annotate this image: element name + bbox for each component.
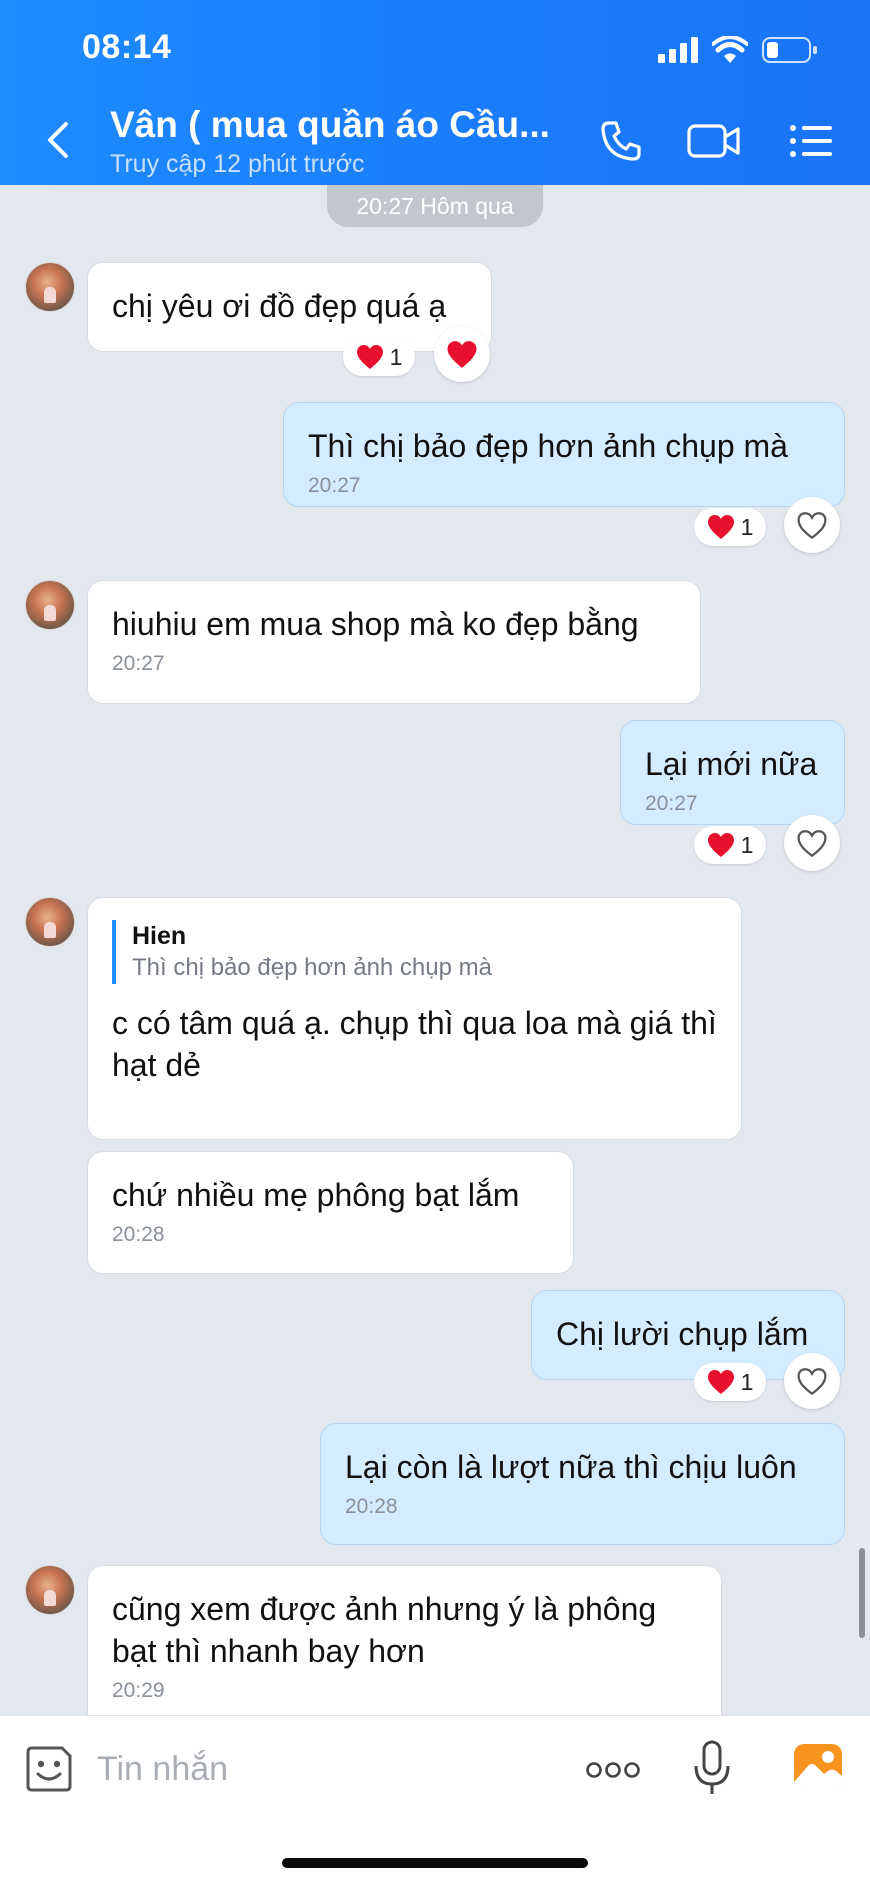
heart-icon	[356, 345, 383, 369]
last-seen-status: Truy cập 12 phút trước	[110, 150, 365, 178]
date-separator: 20:27 Hôm qua	[327, 185, 543, 227]
message-list[interactable]: 20:27 Hôm qua chị yêu ơi đồ đẹp quá ạ 1 …	[0, 185, 870, 1715]
heart-icon	[447, 340, 477, 368]
message-text: c có tâm quá ạ. chụp thì qua loa mà giá …	[112, 1005, 717, 1083]
contact-avatar[interactable]	[25, 1565, 75, 1615]
heart-icon	[707, 1370, 734, 1394]
message-time: 20:28	[112, 1223, 165, 1246]
reaction-count: 1	[389, 343, 403, 370]
back-chevron-icon[interactable]	[42, 120, 76, 160]
reaction-summary[interactable]: 1	[343, 338, 415, 376]
message-input-bar: Tin nhắn	[0, 1715, 870, 1884]
quoted-text: Thì chị bảo đẹp hơn ảnh chụp mà	[132, 954, 492, 981]
list-menu-icon	[790, 125, 832, 157]
message-bubble-outgoing[interactable]: Lại còn là lượt nữa thì chịu luôn 20:28	[320, 1423, 845, 1545]
contact-avatar[interactable]	[25, 580, 75, 630]
message-time: 20:28	[345, 1495, 398, 1518]
quoted-message[interactable]: Hien Thì chị bảo đẹp hơn ảnh chụp mà	[112, 920, 717, 984]
reaction-summary[interactable]: 1	[694, 826, 766, 864]
cellular-signal-icon	[658, 37, 698, 63]
message-bubble-incoming[interactable]: chứ nhiều mẹ phông bạt lắm 20:28	[87, 1151, 574, 1274]
video-call-button[interactable]	[686, 118, 742, 164]
more-options-icon[interactable]	[585, 1760, 641, 1780]
heart-icon	[707, 833, 734, 857]
chat-scrollbar[interactable]	[859, 1548, 865, 1638]
react-button[interactable]	[784, 815, 840, 871]
message-text: Lại còn là lượt nữa thì chịu luôn	[345, 1449, 797, 1485]
message-bubble-outgoing[interactable]: Thì chị bảo đẹp hơn ảnh chụp mà 20:27	[283, 402, 845, 507]
message-bubble-incoming[interactable]: cũng xem được ảnh nhưng ý là phông bạt t…	[87, 1565, 722, 1715]
reaction-count: 1	[740, 831, 754, 858]
home-indicator	[282, 1858, 588, 1868]
reaction-summary[interactable]: 1	[694, 1363, 766, 1401]
heart-outline-icon	[797, 829, 827, 857]
message-text: hiuhiu em mua shop mà ko đẹp bằng	[112, 606, 639, 642]
contact-avatar[interactable]	[25, 897, 75, 947]
sticker-smiley-icon[interactable]	[24, 1744, 74, 1794]
chat-title[interactable]: Vân ( mua quần áo Cầu...	[110, 104, 550, 146]
quoted-author: Hien	[132, 922, 187, 950]
heart-icon	[707, 515, 734, 539]
message-text: chị yêu ơi đồ đẹp quá ạ	[112, 288, 447, 324]
reaction-summary[interactable]: 1	[694, 508, 766, 546]
contact-avatar[interactable]	[25, 262, 75, 312]
message-text: Chị lười chụp lắm	[556, 1316, 809, 1352]
status-time: 08:14	[82, 28, 172, 66]
phone-icon	[601, 121, 641, 161]
react-button[interactable]	[784, 1353, 840, 1409]
battery-icon	[762, 37, 817, 63]
message-bubble-incoming[interactable]: hiuhiu em mua shop mà ko đẹp bằng 20:27	[87, 580, 701, 704]
message-time: 20:27	[308, 474, 361, 497]
message-bubble-incoming[interactable]: chị yêu ơi đồ đẹp quá ạ	[87, 262, 492, 352]
message-bubble-outgoing[interactable]: Lại mới nữa 20:27	[620, 720, 845, 825]
message-text: chứ nhiều mẹ phông bạt lắm	[112, 1177, 520, 1213]
video-camera-icon	[687, 124, 740, 158]
message-text: Lại mới nữa	[645, 746, 818, 782]
reaction-count: 1	[740, 513, 754, 540]
microphone-icon[interactable]	[692, 1740, 732, 1798]
heart-outline-icon	[797, 511, 827, 539]
message-bubble-incoming-reply[interactable]: Hien Thì chị bảo đẹp hơn ảnh chụp mà c c…	[87, 897, 742, 1140]
status-icons	[658, 32, 818, 68]
wifi-icon	[712, 36, 748, 63]
message-input[interactable]: Tin nhắn	[97, 1750, 228, 1789]
heart-outline-icon	[797, 1367, 827, 1395]
message-time: 20:29	[112, 1679, 165, 1702]
chat-options-button[interactable]	[786, 118, 836, 164]
image-gallery-icon[interactable]	[792, 1742, 844, 1792]
message-time: 20:27	[112, 652, 165, 675]
message-text: cũng xem được ảnh nhưng ý là phông bạt t…	[112, 1591, 657, 1669]
reaction-count: 1	[740, 1368, 754, 1395]
message-text: Thì chị bảo đẹp hơn ảnh chụp mà	[308, 428, 788, 464]
voice-call-button[interactable]	[596, 118, 646, 164]
message-time: 20:27	[645, 792, 698, 815]
react-button[interactable]	[784, 497, 840, 553]
react-button[interactable]	[434, 326, 490, 382]
chat-header: 08:14 Vân ( mua quần áo Cầu... Truy cập …	[0, 0, 870, 185]
